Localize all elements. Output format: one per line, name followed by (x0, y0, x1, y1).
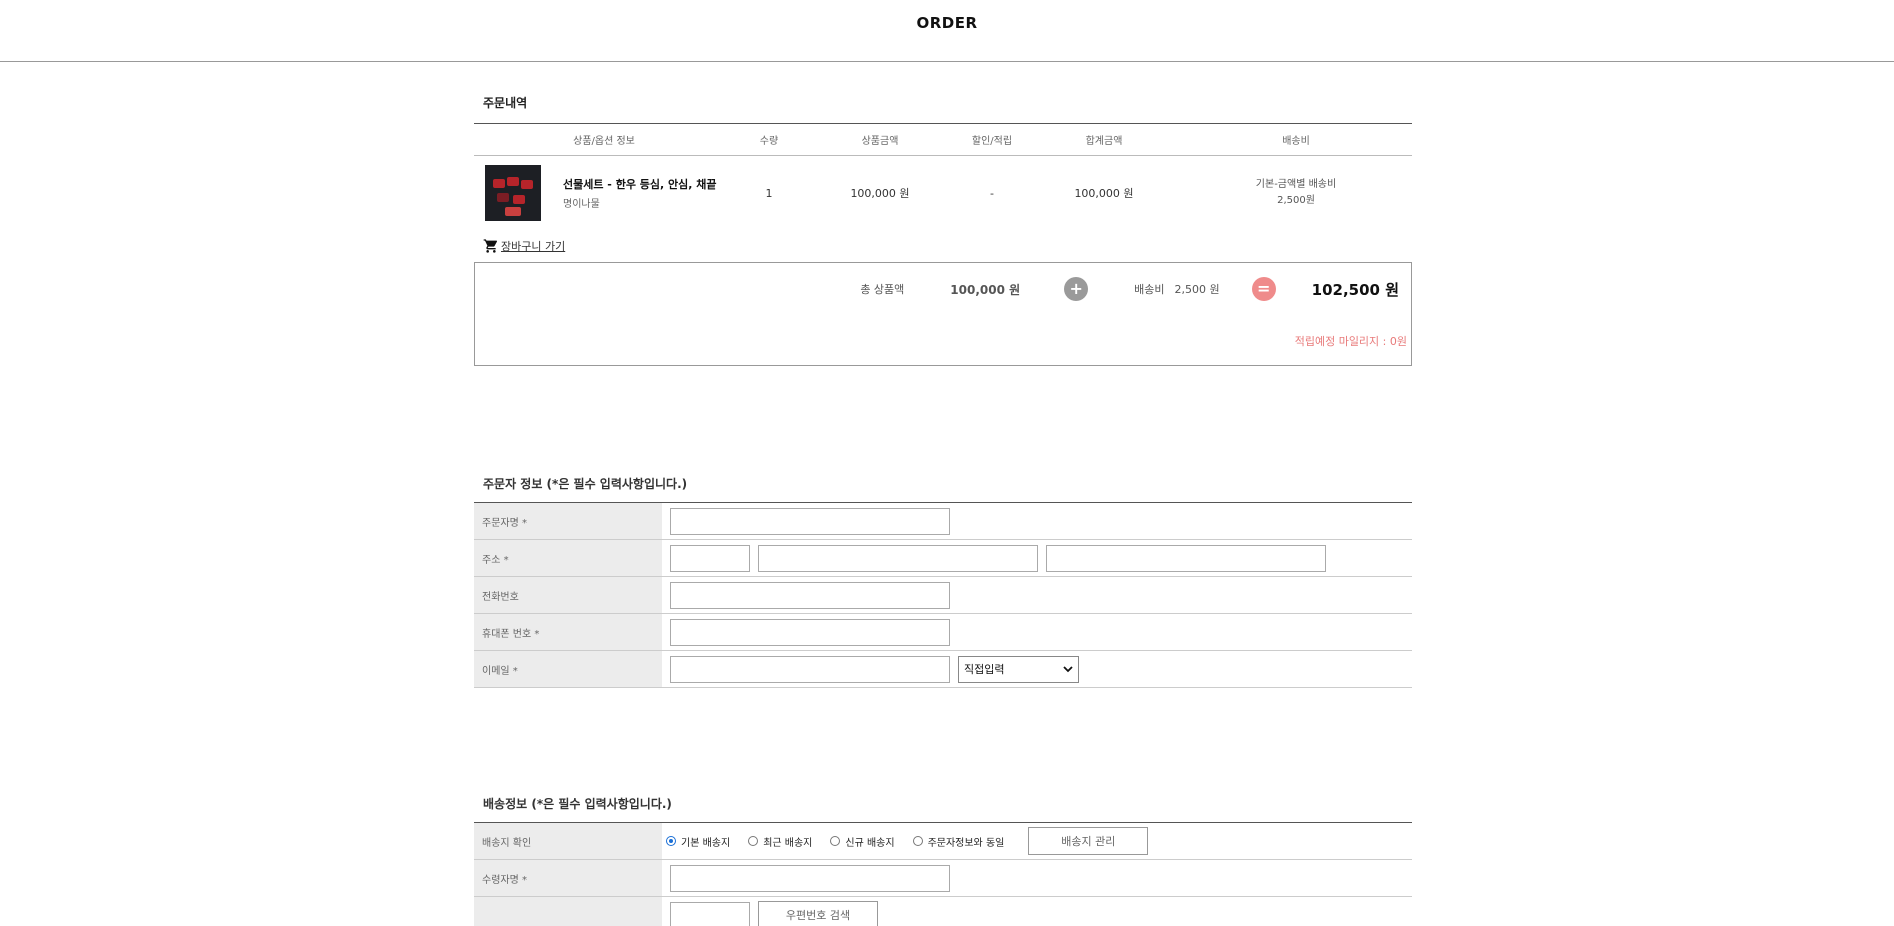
item-sum: 100,000 원 (1074, 187, 1134, 200)
orderer-name-row: 주문자명 * (474, 503, 1412, 540)
order-table: 상품/옵션 정보 수량 상품금액 할인/적립 합계금액 배송비 선물세트 - 한… (474, 123, 1412, 230)
col-header-price: 상품금액 (861, 136, 899, 147)
col-header-discount: 할인/적립 (971, 136, 1013, 147)
email-domain-value: 직접입력 (964, 663, 1005, 676)
total-product-label: 총 상품액 (860, 283, 905, 296)
product-name[interactable]: 선물세트 - 한우 등심, 안심, 채끝 (563, 176, 717, 192)
address-detail-input[interactable] (1046, 544, 1326, 572)
phone-input[interactable] (670, 581, 950, 609)
col-header-shipping: 배송비 (1282, 136, 1310, 147)
page-header: ORDER (0, 0, 1894, 62)
order-total-box: 총 상품액 100,000 원 + 배송비 2,500 원 = 102,500 … (474, 262, 1412, 366)
radio-same-as-orderer[interactable]: 주문자정보와 동일 (912, 834, 1005, 849)
item-ship-fee: 2,500원 (1277, 195, 1315, 206)
receiver-name-row: 수령자명 * (474, 860, 1412, 897)
grand-total: 102,500 원 (1311, 280, 1399, 299)
orderer-name-input[interactable] (670, 507, 950, 535)
total-shipping-label: 배송비 (1134, 283, 1165, 296)
item-qty: 1 (765, 186, 773, 200)
go-to-cart-label: 장바구니 가기 (501, 240, 566, 253)
radio-new-address[interactable]: 신규 배송지 (830, 834, 895, 849)
col-header-sum: 합계금액 (1085, 136, 1123, 147)
shipping-check-label: 배송지 확인 (474, 823, 662, 859)
cart-icon (483, 239, 497, 253)
address-input[interactable] (758, 544, 1038, 572)
radio-label: 주문자정보와 동일 (927, 837, 1005, 849)
receiver-address-row: 우편번호 검색 (474, 897, 1412, 926)
expected-mileage: 적립예정 마일리지 : 0원 (1294, 335, 1407, 348)
item-ship-method: 기본-금액별 배송비 (1255, 179, 1337, 190)
shipping-section: 배송정보 (*은 필수 입력사항입니다.) 배송지 확인 기본 배송지 최근 배… (474, 795, 1412, 926)
orderer-address-label: 주소 * (474, 540, 662, 576)
orderer-mobile-row: 휴대폰 번호 * (474, 614, 1412, 651)
email-domain-select[interactable]: 직접입력 (958, 655, 1079, 683)
order-section: 주문내역 상품/옵션 정보 수량 상품금액 할인/적립 합계금액 배송비 선물세… (474, 94, 1412, 366)
col-header-qty: 수량 (759, 136, 779, 147)
shipping-section-title: 배송정보 (*은 필수 입력사항입니다.) (483, 797, 672, 811)
zipcode-search-button[interactable]: 우편번호 검색 (758, 901, 878, 926)
radio-button[interactable] (912, 836, 923, 846)
item-shipping: 기본-금액별 배송비 2,500원 (1180, 177, 1412, 209)
radio-button[interactable] (830, 836, 841, 846)
orderer-name-label: 주문자명 * (474, 503, 662, 539)
zipcode-input[interactable] (670, 544, 750, 572)
product-option: 명이나물 (563, 199, 600, 210)
orderer-mobile-label: 휴대폰 번호 * (474, 614, 662, 650)
total-product-value: 100,000 원 (950, 282, 1021, 297)
receiver-address-label (474, 897, 662, 926)
manage-address-button[interactable]: 배송지 관리 (1028, 827, 1149, 855)
orderer-email-label: 이메일 * (474, 651, 662, 687)
email-input[interactable] (670, 655, 950, 683)
radio-default-address[interactable]: 기본 배송지 (666, 834, 730, 849)
radio-button[interactable] (666, 836, 676, 846)
order-table-header: 상품/옵션 정보 수량 상품금액 할인/적립 합계금액 배송비 (474, 124, 1412, 156)
radio-label: 최근 배송지 (763, 837, 813, 849)
plus-icon: + (1064, 277, 1089, 301)
receiver-name-input[interactable] (670, 864, 950, 892)
orderer-phone-label: 전화번호 (474, 577, 662, 613)
order-section-title: 주문내역 (483, 96, 528, 110)
equals-icon: = (1251, 277, 1276, 301)
page-title: ORDER (916, 14, 978, 32)
chevron-down-icon (1063, 666, 1073, 673)
table-row: 선물세트 - 한우 등심, 안심, 채끝 명이나물 1 100,000 원 - … (474, 156, 1412, 230)
receiver-name-label: 수령자명 * (474, 860, 662, 896)
radio-label: 기본 배송지 (681, 837, 731, 849)
go-to-cart-link[interactable]: 장바구니 가기 (474, 236, 1412, 256)
shipping-check-row: 배송지 확인 기본 배송지 최근 배송지 신규 배송지 주문자정보와 동일 배송… (474, 823, 1412, 860)
mobile-input[interactable] (670, 618, 950, 646)
col-header-info: 상품/옵션 정보 (573, 136, 635, 147)
product-thumbnail[interactable] (485, 165, 541, 221)
orderer-address-row: 주소 * (474, 540, 1412, 577)
item-discount: - (990, 186, 994, 200)
radio-label: 신규 배송지 (845, 837, 895, 849)
radio-button[interactable] (748, 836, 759, 846)
shipping-form: 배송지 확인 기본 배송지 최근 배송지 신규 배송지 주문자정보와 동일 배송… (474, 822, 1412, 926)
item-price: 100,000 원 (850, 187, 910, 200)
orderer-section: 주문자 정보 (*은 필수 입력사항입니다.) 주문자명 * 주소 * 전화번호… (474, 475, 1412, 688)
receiver-zipcode-input[interactable] (670, 901, 750, 926)
orderer-section-title: 주문자 정보 (*은 필수 입력사항입니다.) (483, 477, 688, 491)
total-shipping-value: 2,500 원 (1174, 283, 1220, 296)
orderer-phone-row: 전화번호 (474, 577, 1412, 614)
orderer-email-row: 이메일 * 직접입력 (474, 651, 1412, 688)
orderer-form: 주문자명 * 주소 * 전화번호 휴대폰 번호 * 이메일 * 직접입력 (474, 502, 1412, 688)
radio-recent-address[interactable]: 최근 배송지 (748, 834, 812, 849)
